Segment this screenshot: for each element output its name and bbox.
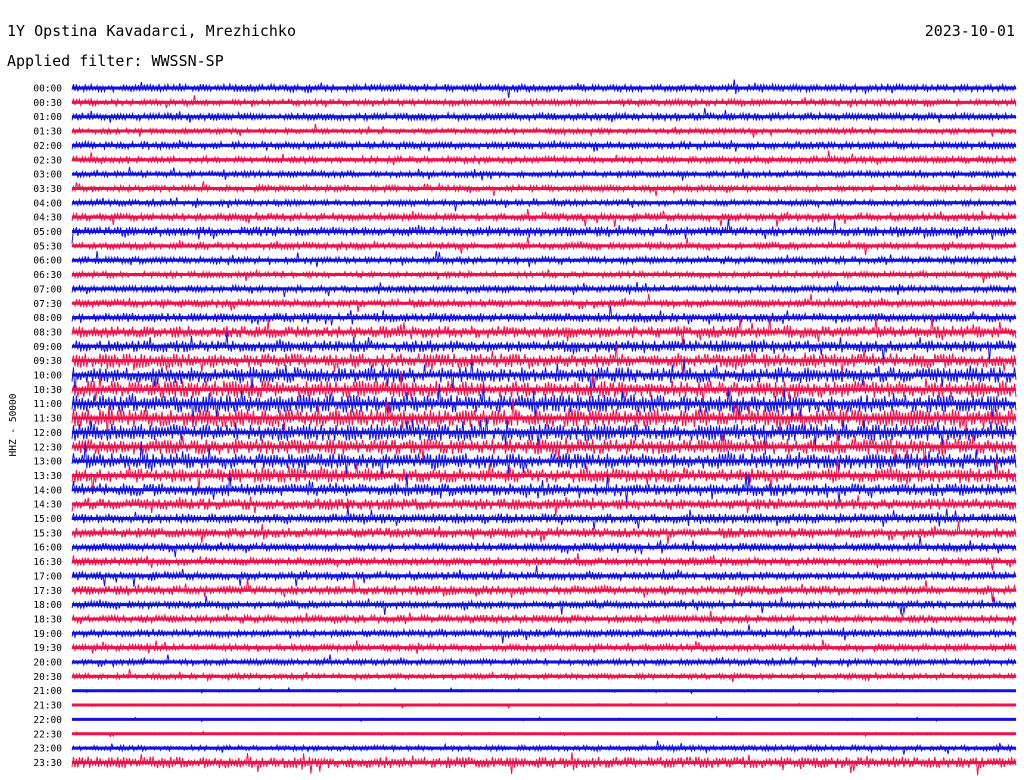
row-tick-label: 03:00 bbox=[33, 170, 62, 181]
row-tick-labels: 00:00 00:30 01:00 01:30 02:00 02:30 03:00 03:30… bbox=[33, 84, 62, 769]
y-axis-label: HHZ - 50000 bbox=[8, 393, 19, 456]
station-title: 1Y Opstina Kavadarci, Mrezhichko bbox=[7, 22, 296, 40]
row-tick-label: 02:30 bbox=[33, 155, 62, 166]
row-tick-label: 09:30 bbox=[33, 356, 62, 367]
row-tick-label: 13:30 bbox=[33, 471, 62, 482]
trace-group bbox=[71, 79, 1017, 776]
row-tick-label: 13:00 bbox=[33, 457, 62, 468]
trace-line bbox=[71, 268, 1017, 283]
row-tick-label: 10:30 bbox=[33, 385, 62, 396]
row-tick-label: 00:00 bbox=[33, 84, 62, 95]
row-tick-label: 04:30 bbox=[33, 213, 62, 224]
row-tick-label: 07:00 bbox=[33, 284, 62, 295]
row-tick-label: 08:00 bbox=[33, 313, 62, 324]
row-tick-label: 12:00 bbox=[33, 428, 62, 439]
row-tick-label: 17:00 bbox=[33, 571, 62, 582]
row-tick-label: 22:00 bbox=[33, 715, 62, 726]
row-tick-label: 11:30 bbox=[33, 414, 62, 425]
row-tick-label: 20:00 bbox=[33, 658, 62, 669]
row-tick-label: 16:00 bbox=[33, 543, 62, 554]
row-tick-label: 23:30 bbox=[33, 758, 62, 769]
row-tick-label: 14:30 bbox=[33, 500, 62, 511]
row-tick-label: 08:30 bbox=[33, 327, 62, 338]
row-tick-label: 16:30 bbox=[33, 557, 62, 568]
row-tick-label: 06:00 bbox=[33, 256, 62, 267]
row-tick-label: 14:00 bbox=[33, 485, 62, 496]
seismogram-plot: 1Y Opstina Kavadarci, Mrezhichko 2023-10… bbox=[7, 22, 1017, 776]
row-tick-label: 20:30 bbox=[33, 672, 62, 683]
row-tick-label: 21:30 bbox=[33, 701, 62, 712]
row-tick-label: 04:00 bbox=[33, 198, 62, 209]
row-tick-label: 01:00 bbox=[33, 112, 62, 123]
row-tick-label: 09:00 bbox=[33, 342, 62, 353]
row-tick-label: 23:00 bbox=[33, 744, 62, 755]
row-tick-label: 18:00 bbox=[33, 600, 62, 611]
row-tick-label: 05:00 bbox=[33, 227, 62, 238]
row-tick-label: 15:00 bbox=[33, 514, 62, 525]
date-label: 2023-10-01 bbox=[925, 22, 1015, 40]
row-tick-label: 02:00 bbox=[33, 141, 62, 152]
row-tick-label: 12:30 bbox=[33, 442, 62, 453]
row-tick-label: 07:30 bbox=[33, 299, 62, 310]
row-tick-label: 11:00 bbox=[33, 399, 62, 410]
row-tick-label: 03:30 bbox=[33, 184, 62, 195]
trace-line bbox=[71, 197, 1017, 212]
row-tick-label: 10:00 bbox=[33, 371, 62, 382]
filter-label: Applied filter: WWSSN-SP bbox=[7, 52, 224, 70]
row-tick-label: 19:00 bbox=[33, 629, 62, 640]
row-tick-label: 05:30 bbox=[33, 241, 62, 252]
row-tick-label: 19:30 bbox=[33, 643, 62, 654]
row-tick-label: 18:30 bbox=[33, 614, 62, 625]
row-tick-label: 06:30 bbox=[33, 270, 62, 281]
trace-line bbox=[71, 150, 1017, 166]
row-tick-label: 21:00 bbox=[33, 686, 62, 697]
row-tick-label: 22:30 bbox=[33, 729, 62, 740]
row-tick-label: 15:30 bbox=[33, 528, 62, 539]
row-tick-label: 00:30 bbox=[33, 98, 62, 109]
row-tick-label: 17:30 bbox=[33, 586, 62, 597]
row-tick-label: 01:30 bbox=[33, 127, 62, 138]
